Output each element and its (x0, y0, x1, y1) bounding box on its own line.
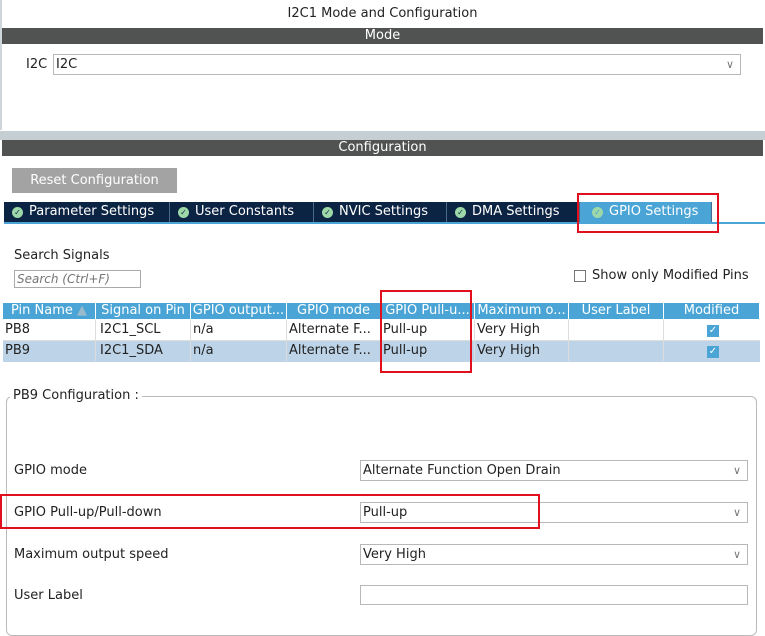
column-header-pin-name[interactable]: Pin Name ▲ (3, 303, 96, 319)
configuration-header: Configuration (2, 140, 763, 156)
user-label-label: User Label (14, 588, 83, 603)
chevron-down-icon: ∨ (732, 548, 741, 561)
checkbox-checked-icon: ✓ (707, 325, 719, 337)
cell-signal: I2C1_SCL (96, 320, 191, 340)
tab-nvic-settings[interactable]: ✓ NVIC Settings (314, 202, 447, 222)
column-label: Pin Name (10, 303, 73, 318)
column-header-gpio-mode[interactable]: GPIO mode (287, 303, 381, 319)
cell-pin: PB9 (3, 341, 96, 361)
show-modified-label: Show only Modified Pins (592, 268, 749, 283)
tab-label: NVIC Settings (339, 204, 428, 219)
cell-speed: Very High (475, 320, 569, 340)
cell-user-label (569, 341, 664, 361)
tab-parameter-settings[interactable]: ✓ Parameter Settings (4, 202, 170, 222)
tab-label: DMA Settings (472, 204, 560, 219)
cell-signal: I2C1_SDA (96, 341, 191, 361)
mode-label: I2C (26, 57, 48, 72)
mode-value: I2C (56, 57, 78, 72)
chevron-down-icon: ∨ (732, 464, 741, 477)
check-circle-icon: ✓ (322, 207, 333, 218)
tab-label: User Constants (195, 204, 294, 219)
cell-user-label (569, 320, 664, 340)
check-circle-icon: ✓ (455, 207, 466, 218)
gpio-mode-label: GPIO mode (14, 463, 87, 478)
column-header-modified[interactable]: Modified (664, 303, 760, 319)
pin-config-title: PB9 Configuration : (10, 388, 142, 403)
check-circle-icon: ✓ (12, 207, 23, 218)
splitter[interactable] (0, 131, 765, 140)
mode-header: Mode (2, 28, 763, 44)
chevron-down-icon: ∨ (732, 506, 741, 519)
checkbox-checked-icon: ✓ (707, 346, 719, 358)
select-value: Very High (363, 547, 426, 562)
cell-output: n/a (191, 341, 287, 361)
cell-modified: ✓ (664, 320, 760, 340)
user-label-input[interactable] (360, 585, 748, 605)
chevron-down-icon: ∨ (725, 58, 734, 71)
sort-icon: ▲ (77, 303, 88, 318)
cell-modified: ✓ (664, 341, 760, 361)
search-signals-label: Search Signals (14, 248, 110, 263)
window-title: I2C1 Mode and Configuration (287, 6, 478, 21)
cell-mode: Alternate F... (287, 320, 381, 340)
cell-pin: PB8 (3, 320, 96, 340)
highlight-pull-row (0, 494, 540, 529)
show-modified-checkbox[interactable] (574, 270, 586, 282)
tab-label: Parameter Settings (29, 204, 155, 219)
column-header-max-speed[interactable]: Maximum o... (475, 303, 569, 319)
search-input[interactable] (14, 270, 141, 288)
max-speed-select[interactable]: Very High ∨ (360, 544, 748, 565)
mode-select[interactable]: I2C ∨ (53, 54, 741, 75)
check-circle-icon: ✓ (178, 207, 189, 218)
highlight-gpio-tab (577, 193, 719, 233)
cell-output: n/a (191, 320, 287, 340)
column-header-user-label[interactable]: User Label (569, 303, 664, 319)
max-speed-label: Maximum output speed (14, 547, 169, 562)
column-header-gpio-output[interactable]: GPIO output... (191, 303, 287, 319)
select-value: Alternate Function Open Drain (363, 463, 561, 478)
cell-mode: Alternate F... (287, 341, 381, 361)
tab-user-constants[interactable]: ✓ User Constants (170, 202, 314, 222)
highlight-pull-column (380, 290, 472, 373)
gpio-mode-select[interactable]: Alternate Function Open Drain ∨ (360, 460, 748, 481)
cell-speed: Very High (475, 341, 569, 361)
column-header-signal[interactable]: Signal on Pin (96, 303, 191, 319)
tab-dma-settings[interactable]: ✓ DMA Settings (447, 202, 580, 222)
reset-configuration-button[interactable]: Reset Configuration (12, 168, 177, 193)
